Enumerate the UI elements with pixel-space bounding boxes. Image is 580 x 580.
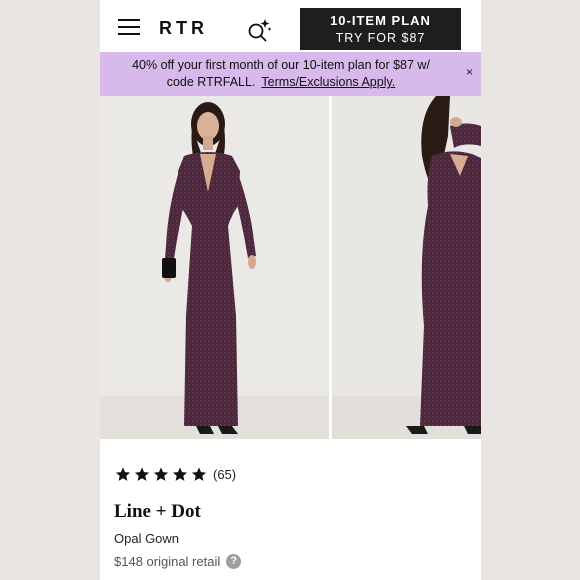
product-details: (65) Line + Dot Opal Gown $148 original … xyxy=(100,439,481,580)
promo-banner: 40% off your first month of our 10-item … xyxy=(100,52,481,96)
product-photo-front[interactable] xyxy=(100,96,329,439)
star-icon xyxy=(172,466,188,481)
cta-subtitle: TRY FOR $87 xyxy=(335,31,426,45)
product-page: RTR 10-ITEM PLAN TRY FOR $87 40% off you… xyxy=(100,0,481,580)
rating[interactable]: (65) xyxy=(114,465,236,483)
retail-price: $148 original retail xyxy=(114,554,221,569)
help-icon[interactable]: ? xyxy=(226,554,242,569)
product-photo-side[interactable] xyxy=(332,96,481,439)
promo-message: 40% off your first month of our 10-item … xyxy=(118,57,444,91)
star-icon xyxy=(153,466,169,481)
review-count[interactable]: (65) xyxy=(213,466,236,483)
ten-item-plan-button[interactable]: 10-ITEM PLAN TRY FOR $87 xyxy=(300,8,461,50)
search-sparkle-icon[interactable] xyxy=(246,17,272,43)
brand-name[interactable]: Line + Dot xyxy=(114,501,201,523)
close-icon[interactable]: × xyxy=(466,65,473,79)
cta-title: 10-ITEM PLAN xyxy=(330,13,431,28)
menu-icon[interactable] xyxy=(118,19,140,35)
product-image-carousel[interactable] xyxy=(100,96,481,439)
original-retail: $148 original retail ? xyxy=(114,554,242,569)
rtr-logo[interactable]: RTR xyxy=(159,18,208,38)
star-icon xyxy=(191,466,207,481)
product-name: Opal Gown xyxy=(114,531,180,546)
top-header: RTR 10-ITEM PLAN TRY FOR $87 xyxy=(100,0,481,52)
terms-link[interactable]: Terms/Exclusions Apply. xyxy=(261,75,395,89)
star-icon xyxy=(134,466,150,481)
star-icon xyxy=(115,466,131,481)
